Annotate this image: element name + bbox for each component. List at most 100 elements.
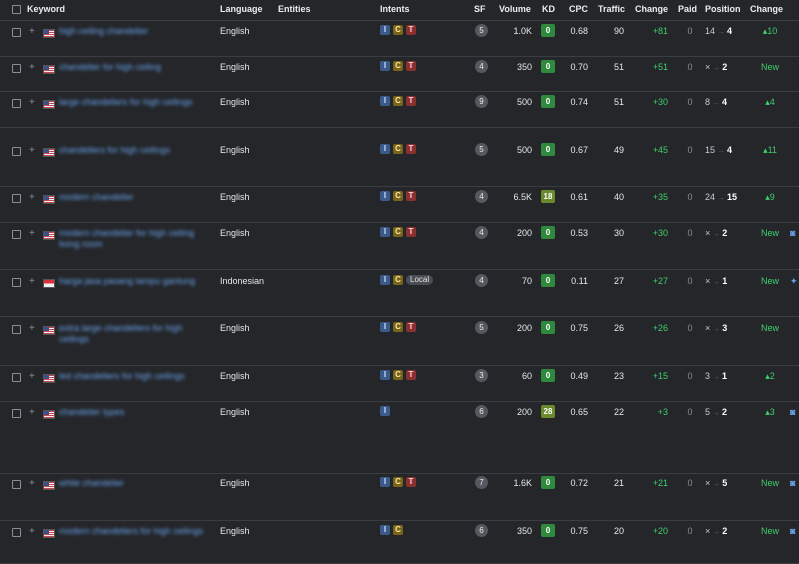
keyword-link[interactable]: white chandelier xyxy=(59,478,215,489)
intents-cell: ICT xyxy=(380,144,416,154)
sf-count-badge[interactable]: 4 xyxy=(475,190,488,203)
serp-feature-icon[interactable]: ◙ xyxy=(790,478,799,487)
add-keyword-icon[interactable]: + xyxy=(29,372,35,382)
serp-feature-icon[interactable]: ◙ xyxy=(790,407,799,416)
header-traffic[interactable]: Traffic xyxy=(598,4,625,14)
keyword-link[interactable]: led chandeliers for high ceilings xyxy=(59,371,215,382)
language-cell: English xyxy=(220,407,250,417)
serp-feature-icon[interactable]: ◙ xyxy=(790,228,799,237)
intent-badge: T xyxy=(406,477,416,487)
sf-count-badge[interactable]: 4 xyxy=(475,60,488,73)
keyword-link[interactable]: chandeliers for high ceilings xyxy=(59,145,215,156)
table-row: + harga jasa pasang lampu gantung Indone… xyxy=(0,269,799,317)
add-keyword-icon[interactable]: + xyxy=(29,27,35,37)
header-volume[interactable]: Volume xyxy=(499,4,531,14)
row-checkbox[interactable] xyxy=(12,278,21,287)
header-sf[interactable]: SF xyxy=(474,4,486,14)
header-entities[interactable]: Entities xyxy=(278,4,311,14)
sf-count-badge[interactable]: 9 xyxy=(475,95,488,108)
cpc-cell: 0.61 xyxy=(570,192,588,202)
header-kd[interactable]: KD xyxy=(542,4,555,14)
cpc-cell: 0.49 xyxy=(570,371,588,381)
serp-feature-icon[interactable] xyxy=(790,323,799,332)
paid-cell: 0 xyxy=(687,526,693,536)
keyword-link[interactable]: high ceiling chandelier xyxy=(59,26,215,37)
serp-feature-icon[interactable] xyxy=(790,192,799,201)
keyword-link[interactable]: modern chandeliers for high ceilings xyxy=(59,526,215,537)
current-position: 4 xyxy=(727,145,733,155)
row-checkbox[interactable] xyxy=(12,325,21,334)
add-keyword-icon[interactable]: + xyxy=(29,193,35,203)
header-change[interactable]: Change xyxy=(635,4,668,14)
arrow-right-icon: → xyxy=(712,326,720,333)
row-checkbox[interactable] xyxy=(12,480,21,489)
row-checkbox[interactable] xyxy=(12,64,21,73)
serp-feature-icon[interactable] xyxy=(790,26,799,35)
volume-cell: 6.5K xyxy=(513,192,532,202)
add-keyword-icon[interactable]: + xyxy=(29,527,35,537)
sf-count-badge[interactable]: 7 xyxy=(475,476,488,489)
add-keyword-icon[interactable]: + xyxy=(29,324,35,334)
language-cell: Indonesian xyxy=(220,276,265,286)
sf-count-badge[interactable]: 5 xyxy=(475,24,488,37)
traffic-change-cell: +45 xyxy=(652,145,668,155)
row-checkbox[interactable] xyxy=(12,528,21,537)
add-keyword-icon[interactable]: + xyxy=(29,146,35,156)
serp-feature-icon[interactable]: ✦ xyxy=(790,276,799,285)
sf-count-badge[interactable]: 6 xyxy=(475,524,488,537)
keyword-link[interactable]: harga jasa pasang lampu gantung xyxy=(59,276,215,287)
kd-badge: 0 xyxy=(541,476,555,489)
keyword-link[interactable]: modern chandelier for high ceiling livin… xyxy=(59,228,215,250)
intent-badge: I xyxy=(380,275,390,285)
row-checkbox[interactable] xyxy=(12,99,21,108)
add-keyword-icon[interactable]: + xyxy=(29,408,35,418)
add-keyword-icon[interactable]: + xyxy=(29,479,35,489)
serp-feature-icon[interactable] xyxy=(790,371,799,380)
serp-feature-icon[interactable] xyxy=(790,62,799,71)
serp-feature-icon[interactable]: ◙ xyxy=(790,526,799,535)
kd-badge: 0 xyxy=(541,143,555,156)
traffic-change-cell: +30 xyxy=(652,97,668,107)
sf-count-badge[interactable]: 5 xyxy=(475,321,488,334)
keyword-link[interactable]: large chandeliers for high ceilings xyxy=(59,97,215,108)
header-language[interactable]: Language xyxy=(220,4,263,14)
header-paid[interactable]: Paid xyxy=(678,4,697,14)
row-checkbox[interactable] xyxy=(12,28,21,37)
add-keyword-icon[interactable]: + xyxy=(29,63,35,73)
sf-count-badge[interactable]: 4 xyxy=(475,274,488,287)
row-checkbox[interactable] xyxy=(12,194,21,203)
serp-feature-icon[interactable] xyxy=(790,97,799,106)
position-change-cell: ▴2 xyxy=(765,371,775,381)
header-position[interactable]: Position xyxy=(705,4,741,14)
header-cpc[interactable]: CPC xyxy=(569,4,588,14)
row-checkbox[interactable] xyxy=(12,409,21,418)
paid-cell: 0 xyxy=(687,323,693,333)
header-keyword[interactable]: Keyword xyxy=(27,4,65,14)
intent-badge: I xyxy=(380,477,390,487)
traffic-cell: 23 xyxy=(613,371,624,381)
keyword-link[interactable]: modern chandelier xyxy=(59,192,215,203)
serp-feature-icon[interactable] xyxy=(790,145,799,154)
keyword-link[interactable]: extra large chandeliers for high ceiling… xyxy=(59,323,215,345)
sf-count-badge[interactable]: 3 xyxy=(475,369,488,382)
current-position: 3 xyxy=(722,323,728,333)
intent-badge: I xyxy=(380,25,390,35)
add-keyword-icon[interactable]: + xyxy=(29,98,35,108)
sf-count-badge[interactable]: 6 xyxy=(475,405,488,418)
row-checkbox[interactable] xyxy=(12,147,21,156)
header-intents[interactable]: Intents xyxy=(380,4,410,14)
header-position-change[interactable]: Change xyxy=(750,4,783,14)
add-keyword-icon[interactable]: + xyxy=(29,229,35,239)
paid-cell: 0 xyxy=(687,478,693,488)
intent-badge: I xyxy=(380,61,390,71)
sf-count-badge[interactable]: 4 xyxy=(475,226,488,239)
sf-count-badge[interactable]: 5 xyxy=(475,143,488,156)
add-keyword-icon[interactable]: + xyxy=(29,277,35,287)
select-all-checkbox[interactable] xyxy=(12,5,21,14)
table-row: + chandelier for high ceiling English IC… xyxy=(0,56,799,92)
position-cell: 5 → 2 xyxy=(705,407,741,417)
row-checkbox[interactable] xyxy=(12,230,21,239)
keyword-link[interactable]: chandelier types xyxy=(59,407,215,418)
row-checkbox[interactable] xyxy=(12,373,21,382)
keyword-link[interactable]: chandelier for high ceiling xyxy=(59,62,215,73)
